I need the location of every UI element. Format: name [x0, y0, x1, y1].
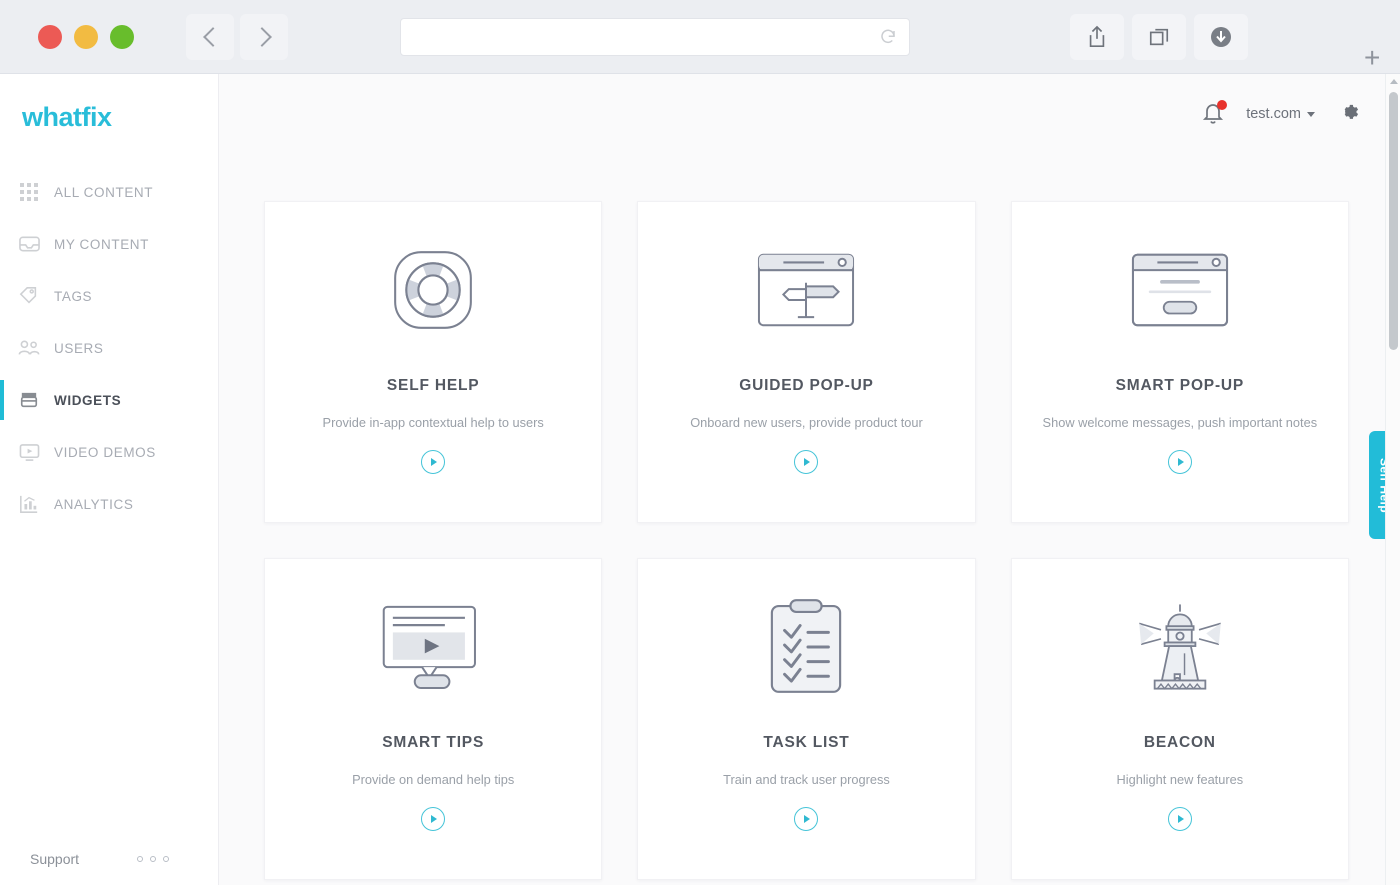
sidebar-item-users[interactable]: USERS	[0, 322, 219, 374]
play-icon	[1177, 815, 1184, 823]
card-title: SMART POP-UP	[1115, 377, 1245, 394]
more-options-icon[interactable]	[137, 856, 170, 862]
play-video-button[interactable]	[794, 807, 819, 831]
play-icon	[431, 458, 438, 466]
widget-card-smart-popup[interactable]: SMART POP-UP Show welcome messages, push…	[1010, 201, 1349, 523]
card-description: Highlight new features	[1116, 772, 1244, 787]
widget-card-task-list[interactable]: TASK LIST Train and track user progress	[637, 558, 976, 880]
main-content: test.com SELF HELP Provide in-app contex…	[219, 74, 1400, 885]
new-tab-button[interactable]: +	[1364, 44, 1380, 72]
clipboard-checklist-icon	[767, 559, 845, 734]
widget-card-grid: SELF HELP Provide in-app contextual help…	[264, 201, 1349, 880]
page-scrollbar[interactable]	[1385, 74, 1400, 885]
play-video-button[interactable]	[1167, 807, 1192, 831]
chevron-left-icon	[202, 27, 223, 47]
minimize-window-button[interactable]	[74, 25, 98, 49]
sidebar-item-label: WIDGETS	[54, 392, 122, 408]
notifications-button[interactable]	[1202, 100, 1228, 126]
play-video-button[interactable]	[421, 450, 446, 474]
card-description: Provide in-app contextual help to users	[322, 415, 544, 430]
header-actions: test.com	[1202, 100, 1360, 128]
card-title: SELF HELP	[386, 377, 480, 394]
message-window-icon	[1130, 202, 1230, 377]
card-description: Train and track user progress	[723, 772, 890, 787]
account-name: test.com	[1246, 106, 1301, 122]
reload-icon[interactable]	[879, 28, 897, 46]
widgets-icon	[18, 389, 40, 411]
support-link[interactable]: Support	[30, 851, 79, 867]
sidebar-nav: ALL CONTENT MY CONTENT TAGS USERS WIDGET…	[0, 166, 219, 530]
card-title: SMART TIPS	[382, 734, 485, 751]
tabs-icon	[1149, 28, 1169, 46]
widget-card-beacon[interactable]: BEACON Highlight new features	[1010, 558, 1349, 880]
close-window-button[interactable]	[38, 25, 62, 49]
play-icon	[804, 815, 811, 823]
card-title: BEACON	[1143, 734, 1216, 751]
grid-icon	[18, 181, 40, 203]
chevron-right-icon	[251, 27, 272, 47]
scroll-up-arrow-icon[interactable]	[1389, 79, 1398, 84]
sidebar-item-label: TAGS	[54, 288, 93, 304]
card-description: Onboard new users, provide product tour	[690, 415, 923, 430]
card-description: Provide on demand help tips	[352, 772, 515, 787]
card-title: GUIDED POP-UP	[739, 377, 874, 394]
whatfix-logo[interactable]: whatfix	[22, 102, 112, 133]
play-video-button[interactable]	[1167, 450, 1192, 474]
sidebar-item-my-content[interactable]: MY CONTENT	[0, 218, 219, 270]
tag-icon	[18, 285, 40, 307]
users-icon	[18, 337, 40, 359]
browser-tools	[1070, 14, 1248, 60]
settings-button[interactable]	[1337, 100, 1360, 128]
gear-icon	[1344, 104, 1359, 119]
download-icon	[1211, 27, 1231, 47]
sidebar-item-label: ANALYTICS	[54, 496, 134, 512]
video-icon	[18, 441, 40, 463]
play-icon	[431, 815, 438, 823]
show-tabs-button[interactable]	[1132, 14, 1186, 60]
lifebuoy-icon	[390, 202, 476, 377]
signpost-window-icon	[756, 202, 856, 377]
lighthouse-icon	[1121, 559, 1239, 734]
url-input[interactable]	[401, 19, 871, 55]
sidebar-item-label: MY CONTENT	[54, 236, 150, 252]
sidebar-item-widgets[interactable]: WIDGETS	[0, 374, 219, 426]
window-controls	[38, 25, 134, 49]
support-footer: Support	[0, 851, 219, 867]
play-icon	[804, 458, 811, 466]
downloads-button[interactable]	[1194, 14, 1248, 60]
card-description: Show welcome messages, push important no…	[1042, 415, 1318, 430]
scrollbar-thumb[interactable]	[1389, 92, 1398, 350]
widget-card-self-help[interactable]: SELF HELP Provide in-app contextual help…	[264, 201, 603, 523]
play-video-button[interactable]	[421, 807, 446, 831]
widget-card-smart-tips[interactable]: SMART TIPS Provide on demand help tips	[264, 558, 603, 880]
forward-button[interactable]	[240, 14, 288, 60]
sidebar-item-all-content[interactable]: ALL CONTENT	[0, 166, 219, 218]
sidebar-item-video-demos[interactable]: VIDEO DEMOS	[0, 426, 219, 478]
sidebar-item-tags[interactable]: TAGS	[0, 270, 219, 322]
inbox-icon	[18, 233, 40, 255]
maximize-window-button[interactable]	[110, 25, 134, 49]
back-button[interactable]	[186, 14, 234, 60]
sidebar-item-analytics[interactable]: ANALYTICS	[0, 478, 219, 530]
browser-toolbar: +	[0, 0, 1400, 74]
card-title: TASK LIST	[763, 734, 850, 751]
share-icon	[1089, 25, 1105, 47]
sidebar-item-label: USERS	[54, 340, 104, 356]
account-dropdown[interactable]: test.com	[1246, 106, 1315, 122]
app-window: + whatfix ALL CONTENT MY CONTENT TAGS US…	[0, 0, 1400, 885]
address-bar[interactable]	[400, 18, 910, 56]
share-button[interactable]	[1070, 14, 1124, 60]
sidebar-item-label: VIDEO DEMOS	[54, 444, 156, 460]
chevron-down-icon	[1307, 111, 1315, 117]
play-icon	[1177, 458, 1184, 466]
analytics-icon	[18, 493, 40, 515]
sidebar: whatfix ALL CONTENT MY CONTENT TAGS USER…	[0, 74, 219, 885]
play-video-button[interactable]	[794, 450, 819, 474]
tooltip-video-icon	[381, 559, 485, 734]
navigation-buttons	[186, 14, 288, 60]
widget-card-guided-popup[interactable]: GUIDED POP-UP Onboard new users, provide…	[637, 201, 976, 523]
notification-badge	[1217, 100, 1228, 110]
app-container: whatfix ALL CONTENT MY CONTENT TAGS USER…	[0, 74, 1400, 885]
sidebar-item-label: ALL CONTENT	[54, 184, 154, 200]
